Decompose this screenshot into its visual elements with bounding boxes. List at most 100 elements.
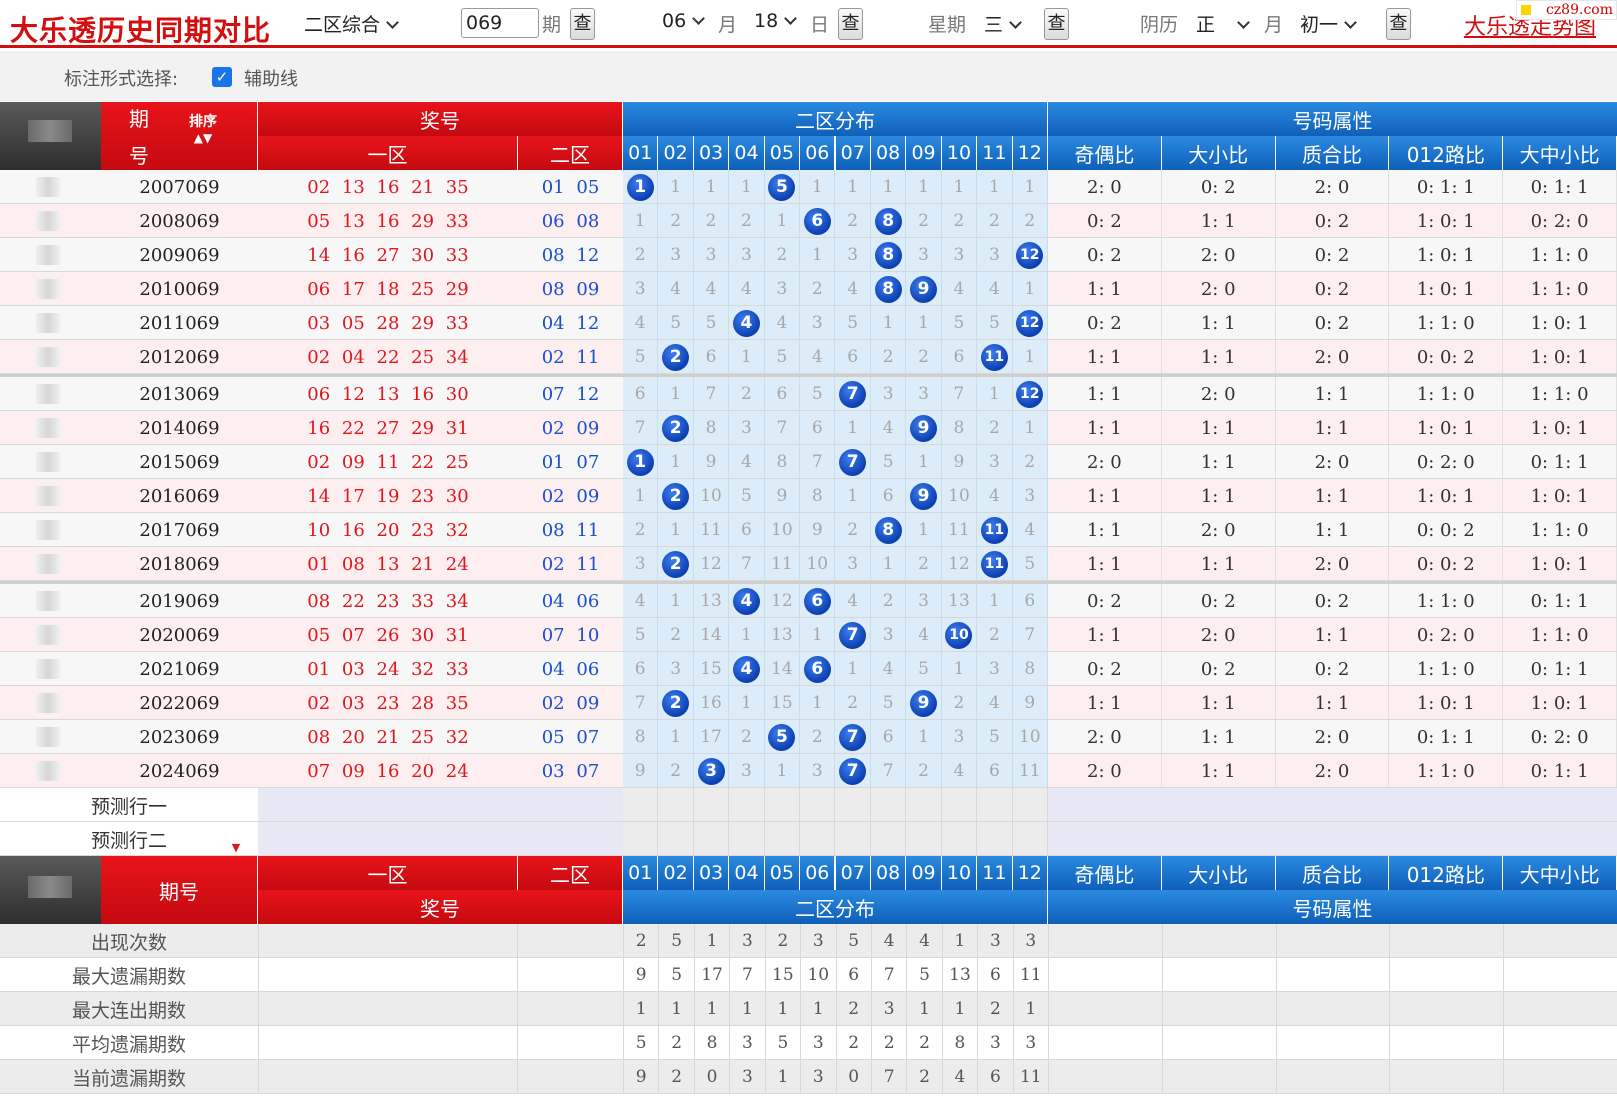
attr-cell: 0: 2 — [1276, 238, 1390, 272]
predict-cell[interactable] — [977, 822, 1013, 856]
predict-cell[interactable] — [800, 788, 836, 822]
site-logo[interactable]: cz89.com — [1516, 0, 1617, 20]
lunar-day-select[interactable]: 初一 — [1300, 10, 1357, 37]
day-select[interactable]: 18 — [754, 10, 798, 32]
attr-cell: 1: 1 — [1162, 686, 1276, 720]
predict-cell[interactable] — [694, 788, 730, 822]
top-bar: 大乐透历史同期对比 二区综合 069 期 查 06 月 18 日 查 星期 三 … — [0, 0, 1617, 48]
attr-cell: 0: 1: 1 — [1503, 445, 1617, 479]
predict-cell[interactable] — [729, 822, 765, 856]
predict-cell[interactable] — [836, 788, 871, 822]
dist-cell: 4 — [977, 272, 1013, 306]
attr-cell: 0: 2 — [1276, 272, 1390, 306]
month-select-value: 06 — [662, 10, 687, 32]
miss-count: 7 — [953, 384, 965, 404]
predict-cell[interactable] — [623, 822, 659, 856]
miss-count: 7 — [634, 418, 646, 438]
predict-cell[interactable] — [1013, 822, 1048, 856]
miss-count: 11 — [1018, 761, 1041, 781]
predict-cell[interactable] — [906, 788, 942, 822]
dist-cell: 17 — [694, 720, 730, 754]
dist-cell: 14 — [765, 652, 801, 686]
attr-cell: 0: 2 — [1276, 306, 1390, 340]
stat-value: 2 — [658, 1026, 693, 1060]
issue-input[interactable]: 069 — [461, 8, 539, 38]
hit-ball: 2 — [662, 689, 690, 717]
miss-count: 1 — [918, 177, 929, 197]
miss-count: 1 — [811, 245, 823, 265]
attr-col-1: 大小比 — [1161, 136, 1276, 170]
predict-cell[interactable] — [800, 822, 836, 856]
miss-count: 8 — [776, 452, 788, 472]
stat-value: 3 — [729, 1026, 764, 1060]
scroll-down-arrow-icon[interactable]: ▼ — [228, 840, 244, 854]
miss-count: 11 — [700, 520, 722, 540]
dist-cell: 16 — [694, 686, 730, 720]
miss-count: 2 — [918, 347, 929, 367]
predict-cell[interactable] — [658, 822, 694, 856]
attr-cell: 1: 0: 1 — [1389, 411, 1504, 445]
predict-cell[interactable] — [942, 788, 978, 822]
row-side-mark — [36, 418, 60, 438]
attr-cell: 0: 0: 2 — [1389, 513, 1504, 547]
query-weekday-button[interactable]: 查 — [1044, 8, 1069, 40]
stat-value: 2 — [658, 1060, 693, 1094]
dist-col-02: 02 — [658, 136, 694, 170]
stat-attr-empty — [1161, 992, 1276, 1026]
miss-count: 1 — [1024, 177, 1036, 197]
dist-cell: 12 — [1013, 306, 1048, 340]
predict-cell[interactable] — [906, 822, 942, 856]
stat-attr-empty — [1389, 1060, 1503, 1094]
guideline-checkbox-label[interactable]: 辅助线 — [244, 65, 298, 91]
miss-count: 1 — [988, 384, 1000, 404]
query-lunar-button[interactable]: 查 — [1386, 8, 1411, 40]
miss-count: 1 — [811, 177, 823, 197]
query-issue-button[interactable]: 查 — [570, 8, 595, 40]
dist-cell: 2 — [1013, 445, 1048, 479]
dist-cell: 3 — [658, 238, 694, 272]
dist-cell: 9 — [906, 272, 942, 306]
mode-select[interactable]: 二区综合 — [304, 10, 399, 37]
row-side-mark — [36, 554, 60, 574]
predict-cell[interactable] — [836, 822, 871, 856]
dist-cell: 7 — [942, 377, 978, 411]
predict-cell[interactable] — [765, 822, 801, 856]
predict-cell[interactable] — [694, 822, 730, 856]
dist-cell: 1 — [800, 686, 836, 720]
query-date-button[interactable]: 查 — [838, 8, 863, 40]
dist-cell: 2 — [836, 204, 871, 238]
miss-count: 5 — [776, 347, 788, 367]
dist-cell: 1 — [623, 170, 659, 204]
miss-count: 10 — [771, 520, 793, 540]
dist-cell: 3 — [942, 720, 978, 754]
stat-attr-empty — [1275, 992, 1390, 1026]
dist-cell: 5 — [871, 445, 907, 479]
predict-cell[interactable] — [1013, 788, 1048, 822]
dist-cell: 4 — [871, 652, 907, 686]
dist-cell: 3 — [765, 272, 801, 306]
attr-cell: 1: 0: 1 — [1503, 411, 1617, 445]
miss-count: 5 — [1024, 554, 1036, 574]
predict-cell[interactable] — [729, 788, 765, 822]
dist-cell: 15 — [694, 652, 730, 686]
guideline-checkbox[interactable]: ✓ — [212, 67, 232, 87]
predict-cell[interactable] — [623, 788, 659, 822]
miss-count: 4 — [811, 347, 823, 367]
predict-cell[interactable] — [977, 788, 1013, 822]
predict-cell[interactable] — [942, 822, 978, 856]
predict-cell[interactable] — [871, 788, 907, 822]
zone2-numbers: 07 10 — [541, 624, 600, 646]
predict-cell[interactable] — [658, 788, 694, 822]
sort-button[interactable]: 排序 ▲▼ — [180, 108, 226, 148]
zone2-header: 二区 — [518, 136, 623, 170]
page-title: 大乐透历史同期对比 — [10, 14, 272, 47]
weekday-select[interactable]: 三 — [984, 10, 1022, 37]
hit-ball: 10 — [945, 621, 973, 649]
predict-cell[interactable] — [765, 788, 801, 822]
footer-dist-col-07: 07 — [835, 856, 871, 890]
dist-cell: 4 — [729, 445, 765, 479]
dist-cell: 1 — [836, 652, 871, 686]
month-select[interactable]: 06 — [662, 10, 706, 32]
predict-cell[interactable] — [871, 822, 907, 856]
lunar-month-select[interactable]: 正 — [1196, 10, 1250, 37]
